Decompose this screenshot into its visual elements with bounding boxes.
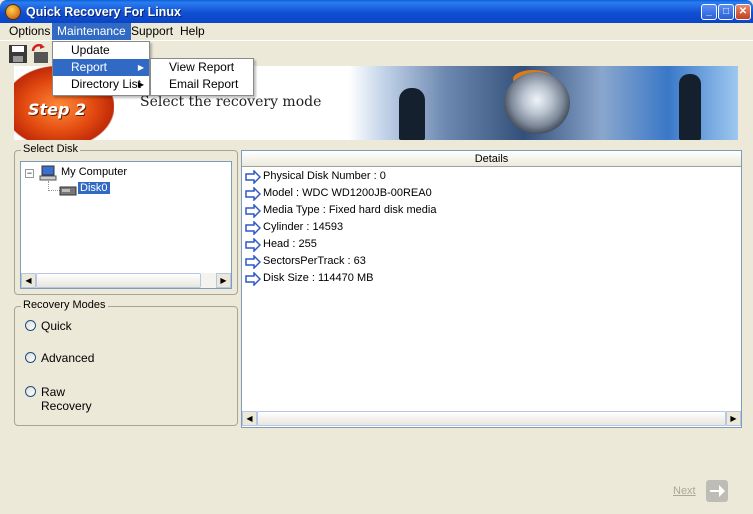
arrow-right-icon — [245, 187, 261, 201]
submenu-arrow-icon: ▶ — [137, 80, 144, 89]
arrow-right-icon — [245, 255, 261, 269]
hard-disk-icon — [59, 186, 77, 196]
detail-text: Cylinder : 14593 — [263, 221, 344, 233]
menu-item-update[interactable]: Update — [53, 42, 149, 59]
minimize-button[interactable]: _ — [701, 4, 717, 20]
scroll-right-icon[interactable]: ▶ — [726, 411, 741, 426]
menu-maintenance[interactable]: Maintenance — [52, 23, 131, 40]
menu-bar: Options Maintenance Support Help — [0, 23, 753, 40]
arrow-right-icon — [245, 272, 261, 286]
submenu-arrow-icon: ▶ — [137, 63, 144, 72]
details-panel: Details Physical Disk Number : 0 Model :… — [241, 150, 742, 428]
close-button[interactable]: ✕ — [735, 4, 751, 20]
detail-text: Media Type : Fixed hard disk media — [263, 204, 437, 216]
detail-text: Model : WDC WD1200JB-00REA0 — [263, 187, 432, 199]
banner-subtitle: Select the recovery mode — [140, 94, 322, 110]
banner-photo — [349, 66, 738, 140]
arrow-right-icon — [710, 485, 725, 497]
scroll-left-icon[interactable]: ◀ — [242, 411, 257, 426]
menu-help[interactable]: Help — [175, 23, 210, 40]
menu-support[interactable]: Support — [126, 23, 178, 40]
worried-person-image — [399, 88, 425, 140]
window-title: Quick Recovery For Linux — [26, 5, 181, 19]
menu-item-report-label: Report — [71, 60, 108, 74]
maintenance-dropdown: Update Report ▶ Directory List ▶ — [52, 41, 150, 96]
radio-advanced-label: Advanced — [41, 351, 95, 365]
menu-item-view-report[interactable]: View Report — [151, 59, 253, 76]
arrow-right-icon — [245, 170, 261, 184]
menu-item-directory-list[interactable]: Directory List ▶ — [53, 76, 149, 93]
tree-item-my-computer[interactable]: My Computer — [61, 166, 127, 178]
menu-item-report[interactable]: Report ▶ — [53, 59, 149, 76]
menu-item-email-report[interactable]: Email Report — [151, 76, 253, 93]
report-submenu: View Report Email Report — [150, 58, 254, 96]
radio-raw-recovery-label: Raw Recovery — [41, 385, 92, 413]
recovery-modes-label: Recovery Modes — [21, 299, 108, 311]
next-link[interactable]: Next — [673, 485, 696, 497]
detail-text: SectorsPerTrack : 63 — [263, 255, 366, 267]
radio-button[interactable] — [25, 320, 36, 331]
recover-icon[interactable] — [30, 44, 50, 64]
app-icon — [5, 4, 21, 20]
menu-item-directory-list-label: Directory List — [71, 77, 142, 91]
tree-collapse-icon[interactable]: − — [25, 169, 34, 178]
scroll-left-icon[interactable]: ◀ — [21, 273, 36, 288]
select-disk-label: Select Disk — [21, 143, 81, 155]
scroll-right-icon[interactable]: ▶ — [216, 273, 231, 288]
radio-button[interactable] — [25, 352, 36, 363]
menu-options[interactable]: Options — [4, 23, 55, 40]
save-icon[interactable] — [8, 44, 28, 64]
title-bar: Quick Recovery For Linux _ □ ✕ — [0, 0, 753, 24]
radio-quick-label: Quick — [41, 319, 72, 333]
arrow-right-icon — [245, 221, 261, 235]
step-label: Step 2 — [28, 100, 87, 119]
detail-text: Disk Size : 114470 MB — [263, 272, 374, 284]
computer-icon — [39, 165, 57, 181]
scroll-thumb[interactable] — [257, 411, 726, 426]
detail-text: Head : 255 — [263, 238, 317, 250]
radio-button[interactable] — [25, 386, 36, 397]
happy-person-image — [679, 74, 701, 140]
tree-item-disk0[interactable]: Disk0 — [78, 182, 110, 194]
details-header[interactable]: Details — [242, 151, 741, 167]
tree-hscrollbar[interactable]: ◀ ▶ — [21, 273, 231, 288]
arrow-right-icon — [245, 238, 261, 252]
next-button[interactable] — [706, 480, 728, 502]
scroll-thumb[interactable] — [36, 273, 201, 288]
hard-disk-image — [504, 72, 570, 134]
disk-tree[interactable]: − My Computer Disk0 ◀ ▶ — [20, 161, 232, 289]
detail-text: Physical Disk Number : 0 — [263, 170, 386, 182]
details-hscrollbar[interactable]: ◀ ▶ — [242, 411, 741, 426]
maximize-button[interactable]: □ — [718, 4, 734, 20]
arrow-right-icon — [245, 204, 261, 218]
